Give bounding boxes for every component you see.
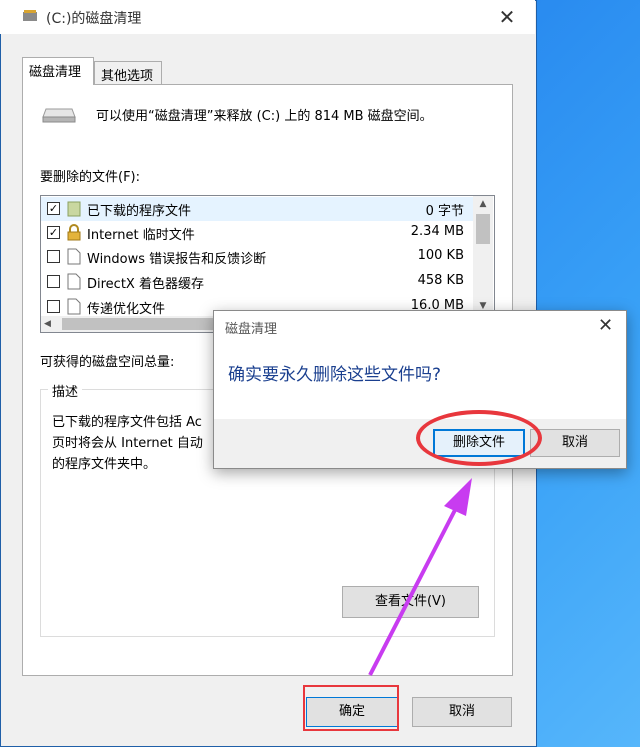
- file-icon: [67, 248, 81, 265]
- file-row[interactable]: Windows 错误报告和反馈诊断 100 KB: [41, 245, 474, 269]
- disk-cleanup-app-icon: [23, 10, 37, 21]
- tab-other-options[interactable]: 其他选项: [94, 61, 162, 85]
- drive-icon: [42, 108, 76, 123]
- file-icon: [67, 273, 81, 290]
- file-row[interactable]: ✓ 已下载的程序文件 0 字节: [41, 197, 474, 221]
- file-name: 传递优化文件: [87, 302, 166, 317]
- space-gain-label: 可获得的磁盘空间总量:: [40, 355, 175, 370]
- file-checkbox[interactable]: ✓: [47, 226, 60, 239]
- lock-icon: [67, 224, 81, 241]
- vertical-scroll-thumb[interactable]: [476, 214, 490, 244]
- dialog-message: 确实要永久删除这些文件吗?: [228, 365, 442, 385]
- file-name: DirectX 着色器缓存: [87, 277, 204, 292]
- scroll-left-arrow-icon[interactable]: ◀: [44, 316, 58, 332]
- file-name: Windows 错误报告和反馈诊断: [87, 252, 267, 267]
- description-line: 的程序文件夹中。: [52, 457, 157, 472]
- dialog-title: 磁盘清理: [225, 322, 278, 337]
- description-title: 描述: [48, 381, 83, 400]
- window-title: (C:)的磁盘清理: [46, 11, 142, 27]
- description-line: 页时将会从 Internet 自动: [52, 436, 203, 451]
- view-files-button[interactable]: 查看文件(V): [342, 586, 479, 618]
- file-checkbox[interactable]: [47, 275, 60, 288]
- file-size: 0 字节: [425, 204, 464, 219]
- folder-icon: [67, 201, 81, 217]
- file-checkbox[interactable]: [47, 250, 60, 263]
- cancel-button[interactable]: 取消: [412, 697, 512, 727]
- file-row[interactable]: DirectX 着色器缓存 458 KB: [41, 270, 474, 294]
- file-size: 2.34 MB: [410, 224, 464, 239]
- ok-highlight-box: [303, 685, 399, 731]
- file-size: 100 KB: [417, 248, 464, 263]
- file-checkbox[interactable]: [47, 300, 60, 313]
- file-name: Internet 临时文件: [87, 228, 195, 243]
- cleanup-summary-text: 可以使用“磁盘清理”来释放 (C:) 上的 814 MB 磁盘空间。: [96, 109, 433, 124]
- file-checkbox[interactable]: ✓: [47, 202, 60, 215]
- file-row[interactable]: ✓ Internet 临时文件 2.34 MB: [41, 221, 474, 245]
- delete-highlight-ellipse: [416, 410, 542, 466]
- file-name: 已下载的程序文件: [87, 204, 192, 219]
- file-icon: [67, 298, 81, 315]
- description-line: 已下载的程序文件包括 Ac: [52, 415, 202, 430]
- files-to-delete-label: 要删除的文件(F):: [40, 170, 141, 185]
- scroll-up-arrow-icon[interactable]: ▲: [476, 196, 490, 212]
- window-close-button[interactable]: ✕: [492, 4, 522, 30]
- dialog-cancel-button[interactable]: 取消: [530, 429, 620, 457]
- dialog-close-icon[interactable]: ✕: [598, 315, 613, 336]
- file-size: 458 KB: [417, 273, 464, 288]
- tab-disk-cleanup[interactable]: 磁盘清理: [22, 57, 94, 85]
